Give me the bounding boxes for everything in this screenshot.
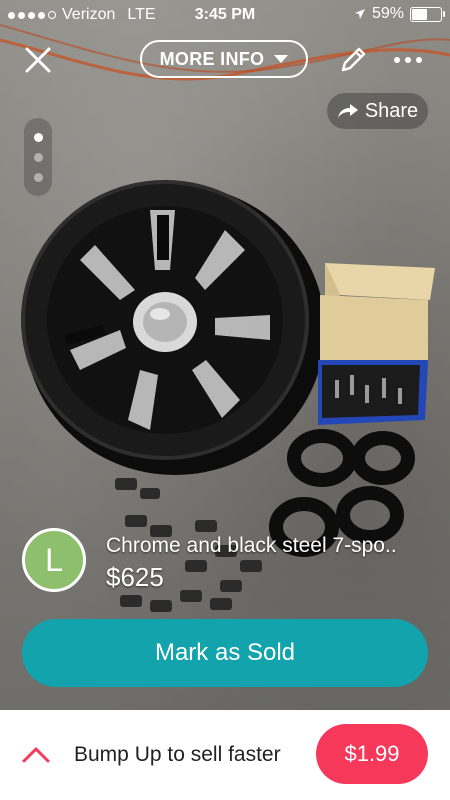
battery-percent: 59% [371, 5, 404, 22]
page-dot[interactable] [33, 172, 43, 182]
page-dot-active[interactable] [33, 132, 43, 142]
mark-as-sold-label: Mark as Sold [154, 639, 296, 666]
listing-title: Chrome and black steel 7-spo.. [106, 534, 397, 557]
bump-price-button[interactable]: $1.99 [316, 724, 428, 784]
edit-button[interactable] [335, 42, 371, 78]
chevron-down-icon [274, 55, 289, 63]
close-button[interactable] [20, 42, 56, 78]
photo-page-indicator[interactable] [24, 118, 52, 196]
status-right: 59% [354, 5, 445, 23]
more-dots-icon [394, 57, 400, 63]
top-bar: MORE INFO [0, 30, 450, 90]
listing-info: L Chrome and black steel 7-spo.. $625 [22, 528, 442, 598]
more-info-label: MORE INFO [159, 48, 265, 69]
battery-icon [410, 6, 445, 22]
battery-level-fill [412, 8, 427, 20]
share-button[interactable]: Share [327, 93, 428, 129]
share-label: Share [364, 99, 419, 122]
more-options-button[interactable] [388, 48, 428, 72]
listing-price: $625 [106, 562, 164, 592]
location-arrow-icon [354, 9, 365, 19]
more-info-button[interactable]: MORE INFO [140, 40, 308, 78]
seller-avatar[interactable]: L [22, 528, 86, 592]
chevron-up-icon [22, 747, 50, 763]
mark-as-sold-button[interactable]: Mark as Sold [22, 619, 428, 687]
avatar-letter: L [45, 541, 63, 578]
page-dot[interactable] [33, 152, 43, 162]
status-bar: Verizon LTE 3:45 PM 59% [0, 0, 450, 30]
bump-up-text: Bump Up to sell faster [74, 743, 281, 766]
bump-up-bar: Bump Up to sell faster $1.99 [0, 710, 450, 800]
close-icon [25, 47, 51, 73]
share-arrow-icon [337, 104, 358, 118]
pencil-icon [341, 47, 366, 72]
bump-price-label: $1.99 [344, 741, 400, 766]
